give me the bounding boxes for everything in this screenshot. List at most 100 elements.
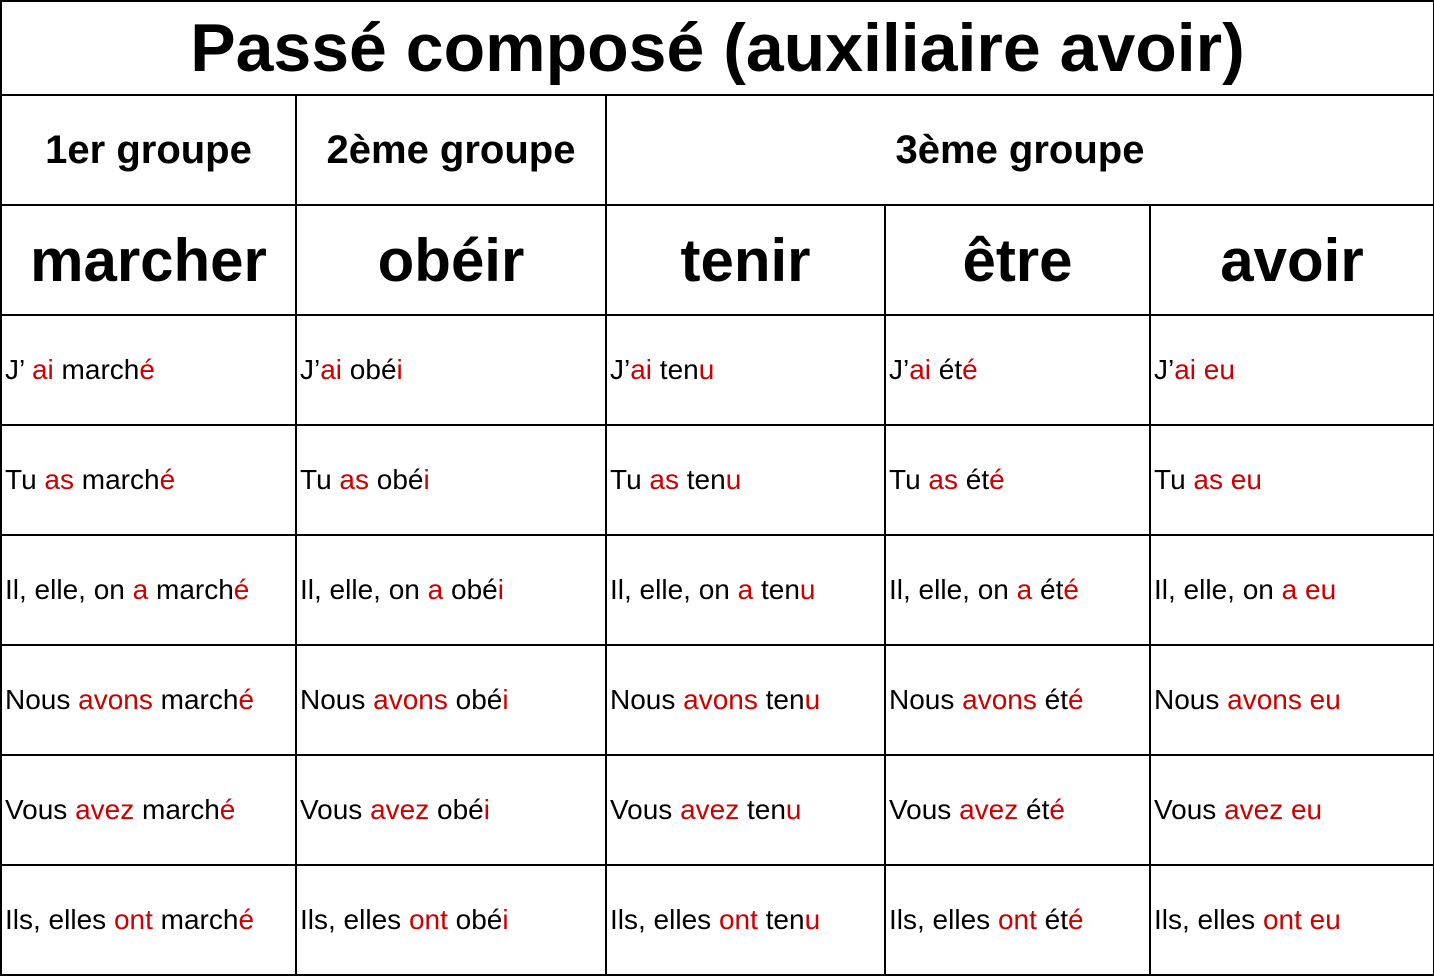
text-segment: obé [342,354,397,385]
highlighted-segment: u [804,684,821,715]
title-row: Passé composé (auxiliaire avoir) [0,0,1434,96]
text-segment: Nous [610,684,684,715]
text-segment: ten [757,904,805,935]
highlighted-segment: é [962,354,978,385]
conjugation-cell-marcher-vous: Vous avez marché [0,754,297,866]
highlighted-segment: ai eu [1174,354,1235,385]
conjugation-row-vous: Vous avez marché Vous avez obéi Vous avez … [0,754,1434,866]
highlighted-segment: avez [959,794,1019,825]
highlighted-segment: é [238,904,255,935]
conjugation-cell-obeir-tu: Tu as obéi [295,424,607,536]
highlighted-segment: avez [680,794,740,825]
conjugation-sheet: Passé composé (auxiliaire avoir) 1er gro… [0,0,1434,976]
text-segment: Nous [300,684,374,715]
text-segment: ten [679,464,726,495]
text-segment: ten [652,354,699,385]
text-segment: obé [447,684,503,715]
highlighted-segment: é [989,464,1005,495]
text-segment: march [53,354,140,385]
verb-header-row: marcher obéir tenir être avoir [0,204,1434,316]
conjugation-cell-marcher-ils: Ils, elles ont marché [0,864,297,976]
group-header-3: 3ème groupe [604,94,1434,206]
text-segment: obé [447,904,503,935]
text-segment: ét [1018,794,1050,825]
highlighted-segment: ont eu [1262,904,1341,935]
highlighted-segment: avez [370,794,430,825]
highlighted-segment: ai [31,354,54,385]
conjugation-cell-obeir-je: J’ai obéi [295,314,607,426]
text-segment: Tu [610,464,650,495]
conjugation-cell-marcher-il: Il, elle, on a marché [0,534,297,646]
conjugation-cell-obeir-vous: Vous avez obéi [295,754,607,866]
highlighted-segment: u [785,794,802,825]
text-segment: Tu [889,464,929,495]
highlighted-segment: as eu [1193,464,1262,495]
text-segment: march [134,794,220,825]
text-segment: march [152,684,239,715]
text-segment: J’ [889,354,910,385]
text-segment: Vous [300,794,371,825]
conjugation-row-tu: Tu as marché Tu as obéi Tu as tenu Tu as ét… [0,424,1434,536]
text-segment: Il, elle, on [610,574,738,605]
conjugation-cell-marcher-je: J’ ai marché [0,314,297,426]
conjugation-cell-obeir-nous: Nous avons obéi [295,644,607,756]
highlighted-segment: é [238,684,255,715]
conjugation-cell-tenir-vous: Vous avez tenu [605,754,886,866]
conjugation-cell-avoir-ils: Ils, elles ont eu [1148,864,1434,976]
highlighted-segment: avons [683,684,758,715]
verb-header-avoir: avoir [1148,204,1434,316]
highlighted-segment: i [502,684,509,715]
highlighted-segment: a [1016,574,1033,605]
conjugation-cell-etre-il: Il, elle, on a été [884,534,1151,646]
text-segment: Ils, elles [300,904,409,935]
highlighted-segment: i [423,464,430,495]
text-segment: Ils, elles [889,904,998,935]
text-segment: obé [429,794,484,825]
highlighted-segment: a [737,574,754,605]
highlighted-segment: ont [113,904,153,935]
text-segment: ten [739,794,786,825]
highlighted-segment: é [1049,794,1065,825]
conjugation-cell-tenir-tu: Tu as tenu [605,424,886,536]
text-segment: Nous [1154,684,1228,715]
text-segment: march [74,464,160,495]
highlighted-segment: é [219,794,236,825]
highlighted-segment: a eu [1281,574,1337,605]
conjugation-cell-tenir-je: J’ai tenu [605,314,886,426]
text-segment: Tu [300,464,340,495]
highlighted-segment: u [698,354,715,385]
verb-header-marcher: marcher [0,204,297,316]
text-segment: J’ [610,354,631,385]
text-segment: Nous [889,684,963,715]
text-segment: Il, elle, on [5,574,133,605]
text-segment: J’ [5,354,32,385]
conjugation-row-je: J’ ai marché J’ai obéi J’ai tenu J’ai été J’… [0,314,1434,426]
text-segment: Il, elle, on [889,574,1017,605]
text-segment: ét [958,464,990,495]
text-segment: ten [753,574,800,605]
conjugation-cell-etre-ils: Ils, elles ont été [884,864,1151,976]
highlighted-segment: avez eu [1224,794,1323,825]
text-segment: march [152,904,239,935]
text-segment: ten [757,684,805,715]
text-segment: J’ [1154,354,1175,385]
conjugation-cell-etre-je: J’ai été [884,314,1151,426]
highlighted-segment: ai [320,354,343,385]
text-segment: ét [1036,904,1069,935]
highlighted-segment: é [1068,684,1084,715]
text-segment: Il, elle, on [300,574,428,605]
highlighted-segment: ont [997,904,1037,935]
conjugation-cell-obeir-il: Il, elle, on a obéi [295,534,607,646]
highlighted-segment: é [159,464,176,495]
highlighted-segment: as [928,464,958,495]
conjugation-cell-etre-tu: Tu as été [884,424,1151,536]
verb-header-etre: être [884,204,1151,316]
conjugation-row-nous: Nous avons marché Nous avons obéi Nous avo… [0,644,1434,756]
highlighted-segment: avez [75,794,135,825]
text-segment: obé [443,574,498,605]
conjugation-row-il: Il, elle, on a marché Il, elle, on a obéi… [0,534,1434,646]
conjugation-cell-avoir-il: Il, elle, on a eu [1148,534,1434,646]
highlighted-segment: a [132,574,149,605]
text-segment: J’ [300,354,321,385]
highlighted-segment: as [649,464,679,495]
